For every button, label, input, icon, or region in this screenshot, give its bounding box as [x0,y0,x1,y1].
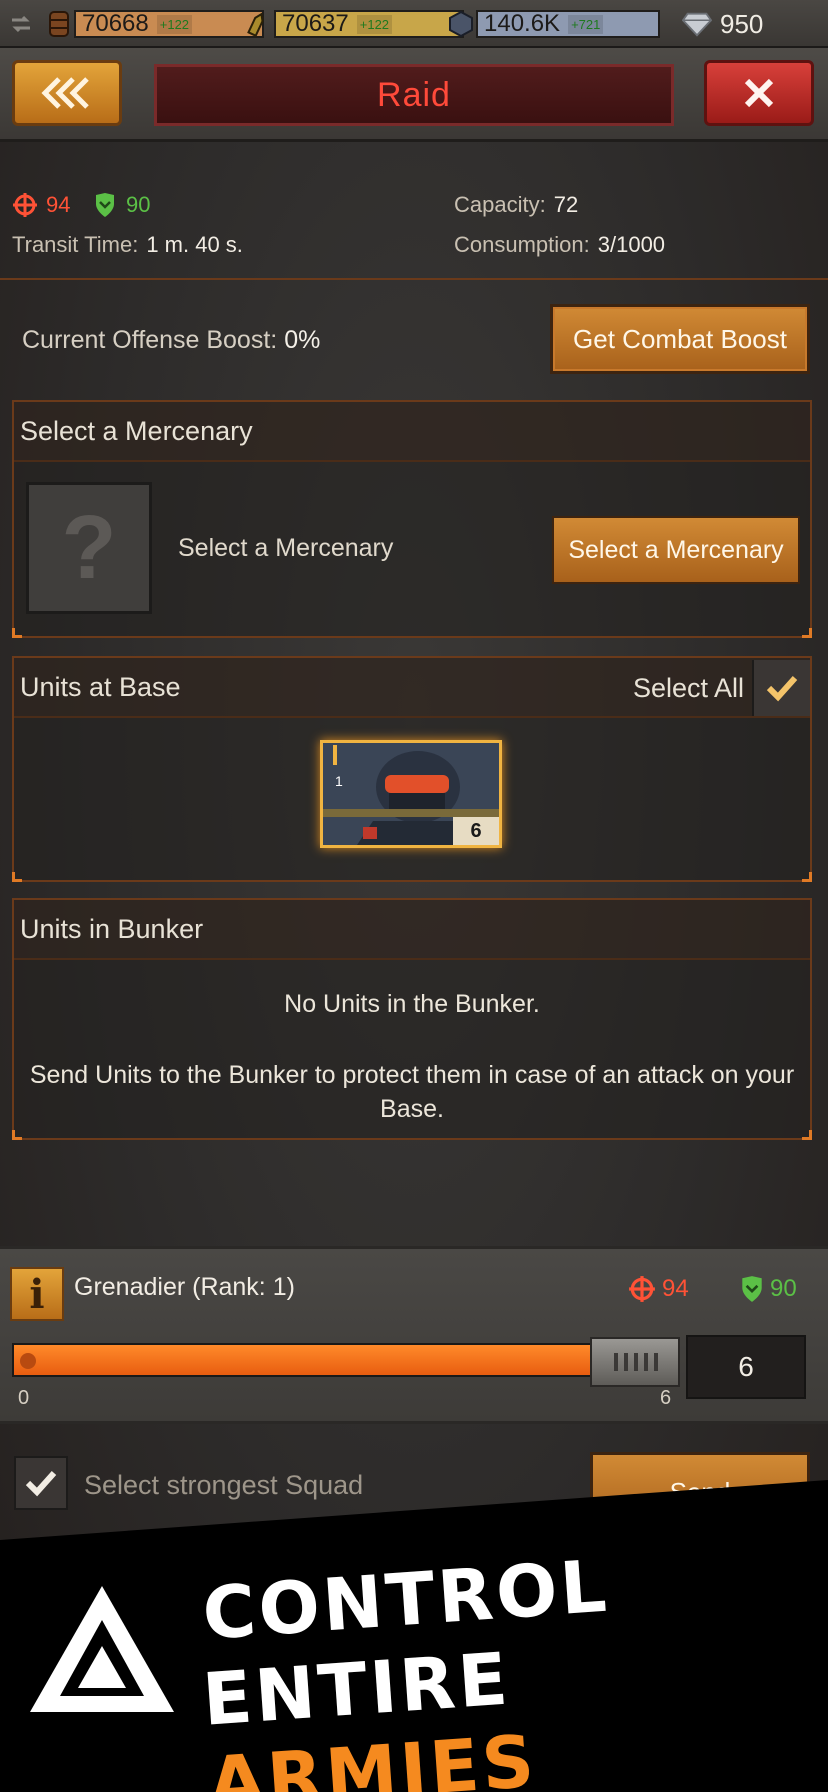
shield-icon [742,1276,762,1302]
crosshair-icon [629,1276,655,1302]
selected-unit-defense-value: 90 [770,1275,797,1302]
unit-card-grenadier[interactable]: 1 6 [320,740,502,848]
ammo-gain: +122 [356,14,393,34]
unit-count: 6 [453,817,499,845]
mercenary-slot[interactable]: ? [26,482,152,614]
ammo-value: 70637 [282,10,349,37]
slider-handle[interactable] [590,1337,680,1387]
mercenary-panel: Select a Mercenary ? Select a Mercenary … [12,400,812,638]
selected-unit-attack: 94 [628,1275,689,1303]
grip-icon [614,1353,658,1371]
select-all-label: Select All [632,672,744,703]
defense-value: 90 [126,192,151,217]
rank-marker [333,745,337,765]
raid-screen: 70668 +122 70637 +122 140.6K +721 950 Ra… [0,0,828,1792]
resource-bar: 70668 +122 70637 +122 140.6K +721 950 [0,0,828,48]
quantity-slider[interactable] [12,1337,680,1387]
bunker-panel-header: Units in Bunker [14,900,810,960]
bunker-hint-text: Send Units to the Bunker to protect them… [29,1061,795,1123]
offense-boost-label: Current Offense Boost: [22,326,278,354]
strongest-squad-checkbox[interactable] [14,1456,68,1510]
selected-unit-name: Grenadier (Rank: 1) [74,1273,295,1301]
strongest-squad-label: Select strongest Squad [84,1470,364,1500]
resource-oil[interactable]: 70668 +122 [44,8,264,40]
panel-corner [12,1130,22,1140]
panel-corner [802,628,812,638]
quantity-input[interactable]: 6 [686,1335,806,1399]
capacity-label: Capacity: [454,192,546,217]
mercenary-panel-header: Select a Mercenary [14,402,810,462]
units-at-base-title: Units at Base [20,671,181,702]
steel-icon [446,9,476,39]
units-at-base-header: Units at Base Select All [14,658,810,718]
transit-time: Transit Time: 1 m. 40 s. [12,232,243,258]
attack-value: 94 [46,192,71,217]
back-button[interactable] [12,60,122,126]
gems-value: 950 [720,8,764,39]
mercenary-text: Select a Mercenary [178,534,394,562]
raid-stats: 94 90 Transit Time: 1 m. 40 s. Capacity:… [0,150,828,280]
unit-bar [323,809,499,817]
resource-ammo[interactable]: 70637 +122 [244,8,464,40]
get-combat-boost-button[interactable]: Get Combat Boost [550,304,810,374]
triangle-logo-icon [30,1586,174,1712]
header: Raid [0,48,828,142]
panel-corner [12,628,22,638]
sync-icon[interactable] [6,8,36,40]
consumption-label: Consumption: [454,232,590,257]
resource-steel[interactable]: 140.6K +721 [446,8,660,40]
question-mark-icon: ? [61,497,117,598]
panel-corner [12,872,22,882]
defense-stat: 90 [94,192,150,218]
offense-boost: Current Offense Boost: 0% [22,326,320,355]
shield-icon [96,193,114,217]
oil-gain: +122 [156,14,193,34]
transit-label: Transit Time: [12,232,139,257]
capacity: Capacity: 72 [454,192,578,218]
slider-max-label: 6 [660,1387,672,1409]
bunker-empty-text: No Units in the Bunker. [284,990,540,1018]
unit-quantity-strip: i Grenadier (Rank: 1) 94 90 0 6 6 [0,1246,828,1424]
info-icon: i [29,1270,45,1318]
checkmark-icon [25,1470,57,1497]
attack-stat: 94 [12,192,70,218]
selected-unit-attack-value: 94 [662,1275,689,1302]
panel-corner [802,1130,812,1140]
offense-boost-value: 0% [284,326,321,354]
page-title-box: Raid [154,64,674,126]
slider-min-dot [20,1353,36,1369]
units-at-base-panel: Units at Base Select All 1 6 [12,656,812,882]
bunker-panel: Units in Bunker No Units in the Bunker. … [12,898,812,1140]
barrel-icon [44,9,74,39]
consumption: Consumption: 3/1000 [454,232,665,258]
selected-unit-defense: 90 [740,1275,797,1303]
unit-rank: 1 [335,773,343,789]
page-title: Raid [377,75,451,114]
close-button[interactable] [704,60,814,126]
resource-gems[interactable]: 950 [682,8,763,40]
capacity-value: 72 [553,192,579,217]
info-button[interactable]: i [10,1267,64,1321]
transit-value: 1 m. 40 s. [146,232,243,257]
diamond-icon [682,9,712,39]
chevrons-left-icon [41,77,89,109]
select-all-checkbox[interactable] [752,660,810,716]
crosshair-icon [13,193,37,217]
steel-value: 140.6K [484,10,561,37]
slider-fill [14,1345,592,1375]
checkmark-icon [766,675,798,702]
panel-corner [802,872,812,882]
close-icon [744,78,774,108]
slider-min-label: 0 [18,1387,30,1409]
consumption-value: 3/1000 [597,232,666,257]
ammo-icon [244,9,274,39]
oil-value: 70668 [82,10,149,37]
steel-gain: +721 [568,14,604,34]
select-mercenary-button[interactable]: Select a Mercenary [552,516,800,584]
select-all-toggle[interactable]: Select All [633,658,810,718]
